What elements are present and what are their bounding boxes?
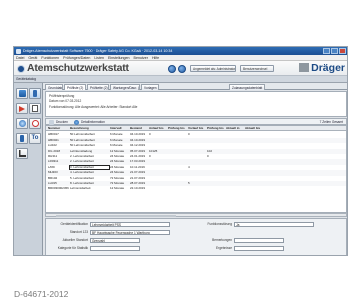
detail-field-2[interactable]: BF Hauptwache Feuerwache 1 Wartburg (90, 230, 170, 235)
maintenance-icon (18, 120, 26, 127)
page-frame: Dräger-Atemschutzwerkstatt Software 7500… (0, 0, 348, 308)
catalog-icon (33, 90, 37, 97)
test-arrow-icon (19, 105, 25, 112)
column-header[interactable]: Intervall (110, 126, 130, 131)
info-line-3: Funktionsstörung: Alle Ausgewertet: Alle… (49, 104, 138, 109)
detail-label-2: Standort 123 (69, 230, 88, 234)
sidebar-btn-catalog[interactable] (29, 88, 41, 99)
app-title: Atemschutzwerkstatt (27, 62, 129, 74)
menu-geraet[interactable]: Gerät (28, 56, 37, 60)
detail-field-4[interactable] (90, 246, 140, 251)
sidebar-btn-reports[interactable] (16, 148, 28, 159)
detail-panel: Geräteidentifikation Lehnsmidarbeit PSS … (45, 218, 347, 255)
sidebar-btn-stock[interactable] (16, 133, 28, 144)
sidebar-btn-todo[interactable]: To (29, 133, 41, 144)
maximize-button[interactable] (331, 48, 338, 54)
column-header[interactable]: Bezeichnung (70, 126, 110, 131)
detail-field-3[interactable]: Grenzahl (90, 238, 140, 243)
detail-field-3b[interactable] (234, 238, 284, 243)
column-header[interactable]: Anlauf bis (149, 126, 168, 131)
table-row[interactable]: BR0030002456 Lehnsmidarbeit 12 Monate 22.10… (46, 186, 346, 191)
grid-toolbar: Drucken Detailinformation 7 Zeilen Gesam… (45, 118, 347, 125)
detail-field-1b[interactable]: Ja (234, 222, 314, 227)
tab-vorlagen[interactable]: Vorlagen (141, 84, 159, 90)
brand-square-icon (299, 63, 310, 72)
table-cell: 22.10.2019 (130, 186, 146, 191)
column-header[interactable]: Prüfung bis (207, 126, 226, 131)
tab-pruefliste[interactable]: Prüfliste (2) (64, 84, 86, 90)
detail-label-3b: Bemerkungen (212, 238, 232, 242)
column-header[interactable]: Aktuell in (226, 126, 245, 131)
app-window-icon (16, 48, 21, 54)
device-icon (18, 90, 26, 97)
scrollbar-thumb[interactable] (56, 214, 176, 217)
back-icon[interactable] (168, 64, 176, 73)
sidebar-btn-maintenance[interactable] (16, 118, 28, 129)
brand-logo: Dräger (299, 62, 345, 75)
menu-benutzer[interactable]: Benutzer (134, 56, 148, 60)
menu-hilfe[interactable]: Hilfe (152, 56, 159, 60)
sidebar-btn-devices[interactable] (16, 88, 28, 99)
column-header[interactable]: Vorlauf bis (188, 126, 207, 131)
window-titlebar: Dräger-Atemschutzwerkstatt Software 7500… (14, 47, 347, 55)
menu-listen[interactable]: Listen (94, 56, 104, 60)
detail-label-3: Aktueller Standort (62, 238, 88, 242)
detail-field-1[interactable]: Lehnsmidarbeit PSS (90, 222, 170, 227)
close-button[interactable] (339, 48, 346, 54)
tab-grunddaten[interactable]: Grunddaten (45, 84, 63, 90)
tab-strip: Grunddaten Prüfliste (2) Prüfkette (2) W… (43, 83, 347, 90)
minimize-button[interactable] (323, 48, 330, 54)
sidebar: To (14, 83, 43, 255)
table-cell: BR0030002456 (48, 186, 69, 191)
sidebar-btn-documents[interactable] (29, 103, 41, 114)
image-caption: D-64671-2012 (14, 289, 69, 299)
sidebar-btn-tests[interactable] (16, 103, 28, 114)
report-icon (18, 150, 26, 157)
column-header[interactable]: Bestand (130, 126, 149, 131)
forward-icon[interactable] (178, 64, 186, 73)
sidebar-btn-settings[interactable] (29, 118, 41, 129)
grid-header: Nummer Bezeichnung Intervall Bestand Anlauf … (46, 126, 346, 132)
app-logo-icon (17, 64, 25, 73)
login-status-button[interactable]: Angemeldet als: Administrator (190, 65, 236, 72)
column-header[interactable]: Nummer (48, 126, 70, 131)
tab-zulassung[interactable]: Zulassungsdatenblatt (229, 84, 265, 90)
settings-icon (31, 120, 39, 127)
todo-icon: To (31, 135, 39, 141)
user-switch-button[interactable]: Benutzerwechsel (240, 65, 274, 72)
results-grid: Nummer Bezeichnung Intervall Bestand Anlauf … (45, 125, 347, 213)
tab-pruefkette[interactable]: Prüfkette (2) (87, 84, 109, 90)
table-cell: Lehnsmidarbeit (70, 186, 91, 191)
horizontal-scrollbar[interactable] (45, 213, 347, 217)
menu-einstellungen[interactable]: Einstellungen (108, 56, 130, 60)
detail-label-1b: Funktionsstörung (207, 222, 232, 226)
catalog-label[interactable]: Gerätekatalog (16, 76, 36, 83)
cell-selection (69, 164, 110, 171)
brand-text: Dräger (311, 62, 345, 74)
filter-info-panel: Prüffristenprüfung Datum von 07.03.2012 … (45, 91, 347, 117)
detail-field-4b[interactable] (234, 246, 284, 251)
application-window: Dräger-Atemschutzwerkstatt Software 7500… (13, 46, 348, 256)
menu-funktionen[interactable]: Funktionen (41, 56, 59, 60)
window-title: Dräger-Atemschutzwerkstatt Software 7500… (23, 49, 173, 53)
menu-pruefungen[interactable]: Prüfungen/Daten (63, 56, 90, 60)
document-icon (32, 105, 38, 112)
column-header[interactable]: Prüfung bis (168, 126, 188, 131)
detail-label-4: Kategorie für Statistik (57, 246, 88, 250)
bottle-icon (20, 135, 24, 142)
detail-label-1: Geräteidentifikation (60, 222, 88, 226)
secondary-toolbar: Gerätekatalog (14, 76, 347, 83)
detail-label-4b: Ergebnisse (216, 246, 232, 250)
column-header[interactable]: Aktuell bis (245, 126, 265, 131)
menu-datei[interactable]: Datei (16, 56, 24, 60)
table-cell: 12 Monate (110, 186, 125, 191)
tab-wartungen[interactable]: Wartungen/Daur. (1) (110, 84, 140, 90)
app-header: Atemschutzwerkstatt Angemeldet als: Admi… (14, 61, 347, 76)
